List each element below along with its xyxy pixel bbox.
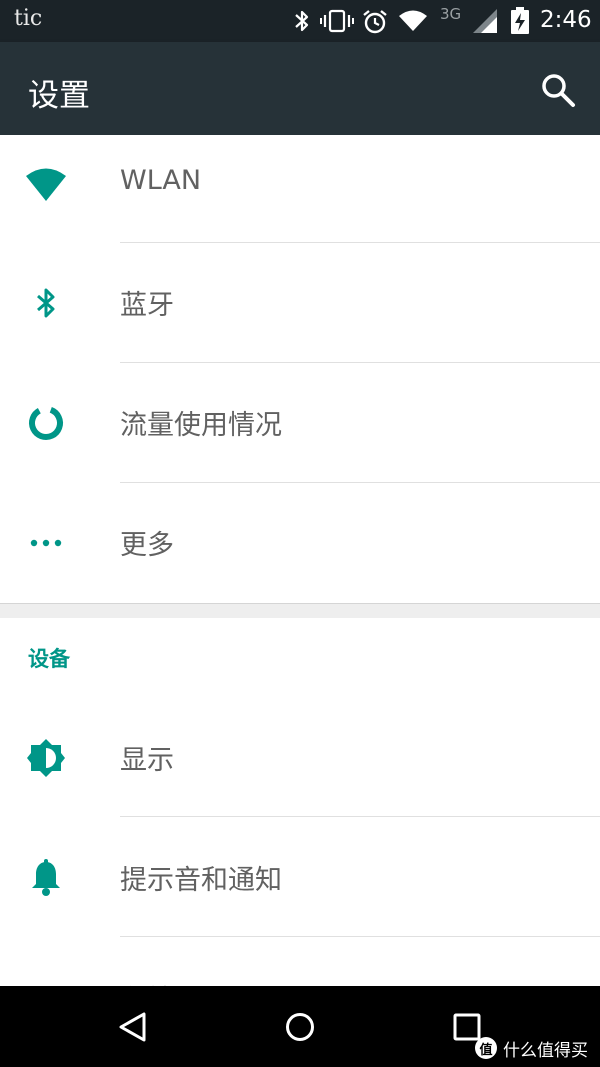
back-icon	[119, 1012, 146, 1042]
settings-item-more[interactable]: 更多	[0, 483, 600, 603]
divider	[120, 936, 600, 937]
settings-item-label: WLAN	[120, 165, 202, 196]
brightness-icon	[24, 736, 68, 780]
settings-item-label: 提示音和通知	[120, 865, 282, 896]
settings-item-wlan[interactable]: WLAN	[0, 125, 600, 245]
battery-charging-icon	[511, 7, 529, 34]
data-usage-icon	[24, 401, 68, 445]
home-button[interactable]	[275, 1002, 325, 1052]
settings-item-bluetooth[interactable]: 蓝牙	[0, 243, 600, 363]
settings-item-label: 流量使用情况	[120, 410, 282, 441]
carrier-label: tic	[14, 6, 43, 31]
status-bar: tic 3G 2:46	[0, 0, 600, 42]
storage-icon	[24, 976, 68, 986]
settings-item-storage[interactable]: 存储	[0, 938, 600, 986]
signal-icon	[473, 9, 497, 33]
wifi-icon	[399, 10, 427, 31]
watermark-badge: 值	[475, 1037, 497, 1059]
wifi-icon	[24, 163, 68, 207]
page-title: 设置	[28, 78, 90, 114]
settings-item-data-usage[interactable]: 流量使用情况	[0, 363, 600, 483]
settings-item-display[interactable]: 显示	[0, 698, 600, 818]
more-icon	[24, 521, 68, 565]
back-button[interactable]	[108, 1002, 158, 1052]
section-divider	[0, 603, 600, 619]
vibrate-icon	[320, 9, 354, 33]
bluetooth-icon	[24, 281, 68, 325]
app-bar: 设置	[0, 42, 600, 135]
settings-item-label: 蓝牙	[120, 290, 174, 321]
watermark: 值 什么值得买	[475, 1036, 588, 1061]
network-type-label: 3G	[440, 5, 462, 23]
section-header: 设备	[28, 647, 70, 671]
home-icon	[286, 1013, 314, 1041]
bluetooth-icon	[295, 10, 309, 32]
settings-item-label: 更多	[120, 530, 174, 561]
clock: 2:46	[540, 7, 592, 33]
alarm-icon	[363, 10, 387, 34]
search-icon[interactable]	[538, 70, 578, 110]
watermark-text: 什么值得买	[503, 1040, 588, 1061]
device-section: 设备 显示 提示音和通知 存储	[0, 618, 600, 986]
bell-icon	[24, 856, 68, 900]
divider	[120, 816, 600, 817]
settings-item-label: 显示	[120, 745, 174, 776]
settings-item-sound-notification[interactable]: 提示音和通知	[0, 818, 600, 938]
wireless-section: WLAN 蓝牙 流量使用情况 更多	[0, 135, 600, 603]
settings-item-label: 存储	[120, 978, 174, 986]
